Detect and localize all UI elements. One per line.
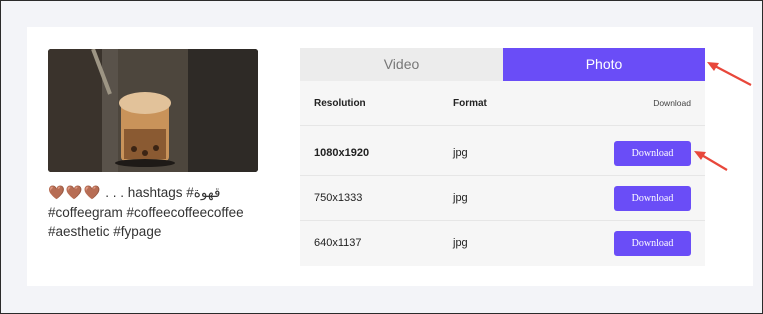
result-card: 🤎🤎🤎 . . . hashtags #قهوة #coffeegram #co… — [27, 27, 753, 286]
row-resolution: 750x1333 — [314, 192, 363, 204]
caption-line-2: #coffeegram #coffeecoffeecoffee — [48, 204, 244, 220]
media-tabs: Video Photo — [300, 48, 705, 81]
red-arrow-icon — [694, 151, 728, 171]
header-resolution: Resolution — [314, 98, 366, 109]
tab-photo[interactable]: Photo — [503, 48, 705, 81]
red-arrow-icon — [707, 62, 752, 86]
table-row: 640x1137 jpg Download — [300, 221, 705, 266]
table-header: Resolution Format Download — [300, 81, 705, 126]
row-format: jpg — [453, 237, 468, 249]
post-caption: 🤎🤎🤎 . . . hashtags #قهوة #coffeegram #co… — [48, 183, 273, 242]
brown-heart-icon: 🤎🤎🤎 — [48, 185, 102, 200]
header-format: Format — [453, 98, 487, 109]
download-button[interactable]: Download — [614, 141, 691, 166]
download-button[interactable]: Download — [614, 231, 691, 256]
row-resolution: 1080x1920 — [314, 147, 370, 159]
row-format: jpg — [453, 147, 468, 159]
row-resolution: 640x1137 — [314, 237, 362, 249]
row-format: jpg — [453, 192, 468, 204]
download-panel: Video Photo Resolution Format Download 1… — [300, 48, 705, 266]
caption-line-3: #aesthetic #fypage — [48, 224, 162, 239]
table-row: 1080x1920 jpg Download — [300, 131, 705, 176]
caption-line-1: 🤎🤎🤎 . . . hashtags #قهوة — [48, 183, 273, 203]
caption-text: . . . hashtags #قهوة — [101, 185, 221, 200]
download-button[interactable]: Download — [614, 186, 691, 211]
header-download: Download — [653, 98, 691, 108]
tab-video[interactable]: Video — [300, 48, 503, 81]
post-thumbnail — [48, 49, 258, 172]
table-row: 750x1333 jpg Download — [300, 176, 705, 221]
